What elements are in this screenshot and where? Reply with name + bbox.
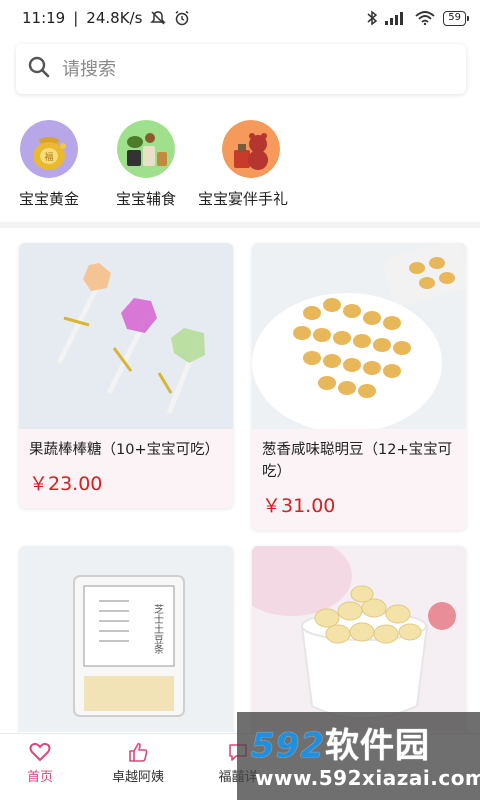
- category-label: 宝宝宴伴手礼: [198, 190, 289, 208]
- tab-home[interactable]: 首页: [0, 742, 88, 785]
- status-time: 11:19: [22, 9, 66, 27]
- product-card[interactable]: 葱香咸味聪明豆（12+宝宝可吃） ￥31.00: [252, 243, 466, 530]
- tab-auntie[interactable]: 卓越阿姨: [90, 742, 186, 785]
- search-icon: [28, 56, 50, 82]
- product-card[interactable]: 果蔬棒棒糖（10+宝宝可吃） ￥23.00: [19, 243, 233, 508]
- svg-text:福: 福: [44, 151, 53, 163]
- search-bar[interactable]: [16, 44, 466, 94]
- product-image-egg-melts: [252, 546, 466, 732]
- network-speed: 24.8K/s: [86, 9, 143, 27]
- baby-food-icon: [117, 120, 175, 178]
- heart-icon: [29, 742, 51, 762]
- wifi-icon: [415, 11, 435, 25]
- product-card[interactable]: [252, 546, 466, 733]
- category-label: 宝宝黄金: [19, 190, 80, 208]
- watermark-digits: 592: [251, 726, 325, 766]
- gold-bag-icon: 福: [20, 120, 78, 178]
- category-baby-gold[interactable]: 福 宝宝黄金: [19, 120, 79, 209]
- category-label: 宝宝辅食: [116, 190, 177, 208]
- product-price: ￥23.00: [29, 473, 103, 495]
- thumbs-up-icon: [129, 742, 148, 762]
- product-title: 葱香咸味聪明豆（12+宝宝可吃）: [262, 442, 453, 480]
- header-area: 福 宝宝黄金 宝宝辅食: [0, 36, 480, 222]
- tab-label: 卓越阿姨: [111, 770, 164, 785]
- battery-indicator: 59: [443, 10, 469, 26]
- box-label: 芝士土豆条: [152, 603, 164, 654]
- product-title: 果蔬棒棒糖（10+宝宝可吃）: [29, 442, 220, 458]
- bluetooth-icon: [367, 10, 378, 26]
- tab-label: 首页: [26, 770, 53, 785]
- category-baby-food[interactable]: 宝宝辅食: [116, 120, 176, 209]
- gift-bear-icon: [221, 120, 280, 178]
- search-input[interactable]: [62, 58, 422, 80]
- category-row: 福 宝宝黄金 宝宝辅食 宝宝宴伴手礼: [0, 120, 480, 220]
- product-price: ￥31.00: [262, 495, 336, 517]
- category-baby-gift[interactable]: 宝宝宴伴手礼: [198, 120, 288, 209]
- alarm-icon: [174, 10, 190, 26]
- watermark-brand: 592软件园: [251, 718, 430, 767]
- watermark-overlay: 592软件园 www.592xiazai.com: [237, 712, 480, 800]
- mute-icon: [150, 10, 167, 26]
- status-bar: 11:19 | 24.8K/s 59: [0, 0, 480, 36]
- signal-icon: [385, 11, 407, 25]
- watermark-url: www.592xiazai.com: [255, 766, 480, 790]
- product-image-cheese-sticks: 芝士土豆条: [19, 546, 233, 732]
- watermark-brand-text: 软件园: [324, 726, 430, 766]
- product-card[interactable]: 芝士土豆条: [19, 546, 233, 733]
- product-image-puffs: [252, 243, 466, 429]
- product-image-lollipop: [19, 243, 233, 429]
- product-grid: 果蔬棒棒糖（10+宝宝可吃） ￥23.00 葱香咸味聪明豆（12+宝宝可吃） ￥…: [0, 228, 480, 733]
